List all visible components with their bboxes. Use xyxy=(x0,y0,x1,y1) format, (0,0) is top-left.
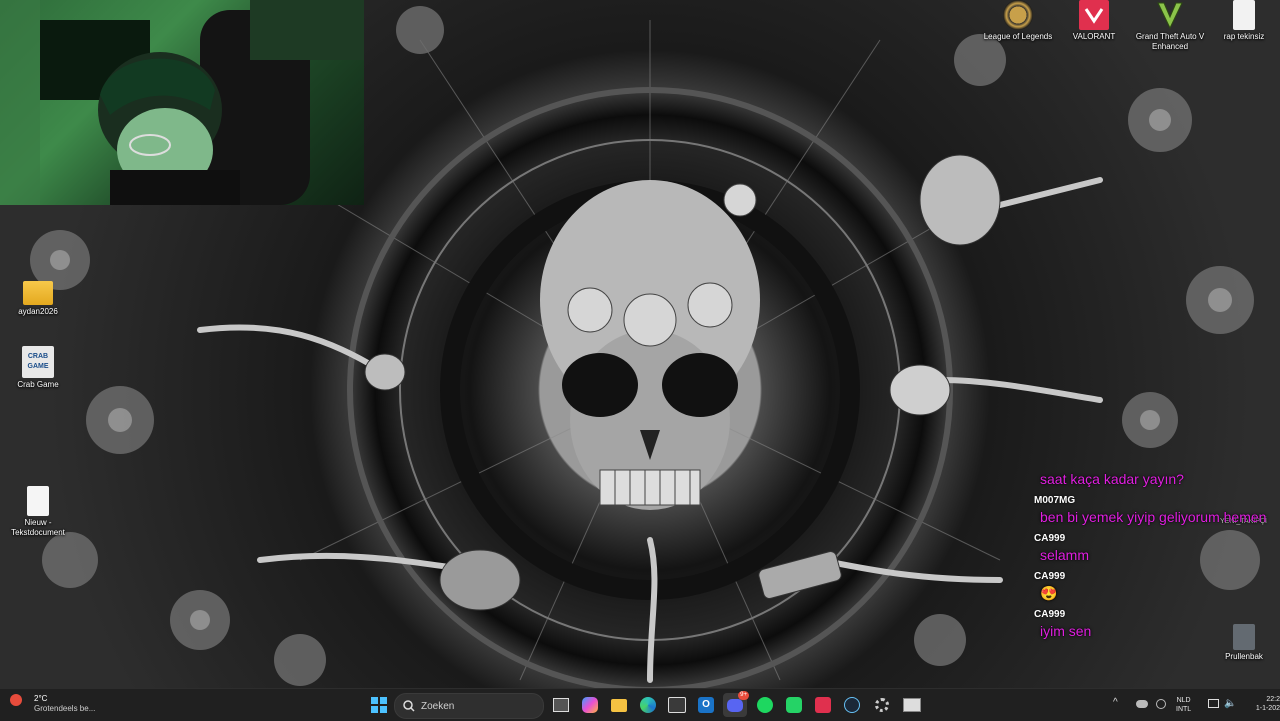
steam-icon xyxy=(844,697,860,713)
volume-icon[interactable]: 🔈 xyxy=(1224,699,1236,709)
search-icon xyxy=(403,700,415,712)
chat-message-text: saat kaça kadar yayın? xyxy=(1040,471,1184,487)
copilot-button[interactable] xyxy=(578,693,602,717)
file-explorer-icon xyxy=(611,698,627,712)
network-icon[interactable] xyxy=(1208,699,1219,708)
chat-message-text: 😍 xyxy=(1040,585,1058,601)
desktop-icon-gta-v[interactable]: Grand Theft Auto V Enhanced xyxy=(1132,0,1208,52)
desktop-icon-league-of-legends[interactable]: League of Legends xyxy=(980,0,1056,42)
desktop-icon-label: Crab Game xyxy=(17,380,59,389)
chat-username: CA999 xyxy=(1034,533,1066,544)
taskbar-search-box[interactable]: Zoeken xyxy=(394,693,544,719)
valorant-taskbar-button[interactable] xyxy=(811,693,835,717)
desktop-icon-label: Nieuw - Tekstdocument xyxy=(11,518,65,537)
copilot-icon xyxy=(582,697,598,713)
valorant-icon xyxy=(1079,0,1109,30)
spotify-button[interactable] xyxy=(753,693,777,717)
task-view-button[interactable] xyxy=(549,693,573,717)
outlook-icon: O xyxy=(698,697,714,713)
edge-button[interactable] xyxy=(636,693,660,717)
folder-icon xyxy=(23,281,53,305)
keyboard-layout: INTL xyxy=(1176,706,1192,713)
language-indicator[interactable]: NLD INTL xyxy=(1176,696,1191,714)
app-thumbnail-icon xyxy=(903,698,921,712)
chat-username: CA999 xyxy=(1034,609,1066,620)
settings-icon xyxy=(875,698,889,712)
clock-time: 22:2 xyxy=(1266,696,1280,703)
chat-message: saat kaça kadar yayın? xyxy=(1034,470,1280,488)
text-document-icon xyxy=(27,486,49,516)
clock-date: 1-1-202 xyxy=(1255,705,1280,712)
desktop-icon-label: aydan2026 xyxy=(18,307,58,316)
discord-notification-badge: 9+ xyxy=(738,691,749,700)
task-view-icon xyxy=(553,698,569,712)
discord-icon xyxy=(727,698,743,712)
settings-button[interactable] xyxy=(870,693,894,717)
language-code: NLD xyxy=(1176,697,1191,704)
windows-start-icon xyxy=(371,697,387,713)
chat-username: CA999 xyxy=(1034,571,1066,582)
clock[interactable]: 22:2 1-1-202 xyxy=(1248,695,1280,713)
chat-username: M007MG xyxy=(1034,495,1076,506)
chat-message: CA999 selamm xyxy=(1034,532,1280,564)
chat-message-text: selamm xyxy=(1040,547,1090,563)
desktop-icon-label: League of Legends xyxy=(983,32,1053,41)
desktop-icon-label: VALORANT xyxy=(1072,32,1116,41)
whatsapp-button[interactable] xyxy=(782,693,806,717)
desktop-icon-label: Grand Theft Auto V Enhanced xyxy=(1135,32,1205,51)
weather-widget[interactable]: 2°C Grotendeels be... xyxy=(10,694,95,713)
search-placeholder: Zoeken xyxy=(421,700,455,712)
stream-chat-overlay: saat kaça kadar yayın? M007MG ben bi yem… xyxy=(1034,470,1280,646)
outlook-button[interactable]: O xyxy=(694,693,718,717)
chat-message: CA999 iyim sen xyxy=(1034,608,1280,640)
desktop-icon-label: Prullenbak xyxy=(1225,652,1263,661)
whatsapp-icon xyxy=(786,697,802,713)
weather-description: Grotendeels be... xyxy=(34,704,96,713)
chat-message: M007MG ben bi yemek yiyip geliyorum heme… xyxy=(1034,494,1280,526)
crab-game-icon: CRAB GAME xyxy=(22,346,54,378)
chat-message-text: iyim sen xyxy=(1040,623,1092,639)
taskbar: 2°C Grotendeels be... Zoeken O 9+ ^ NLD … xyxy=(0,688,1280,721)
desktop-icon-valorant[interactable]: VALORANT xyxy=(1056,0,1132,42)
weather-icon xyxy=(10,694,22,706)
microsoft-store-icon xyxy=(668,697,686,713)
league-of-legends-icon xyxy=(1003,0,1033,30)
gta-v-icon xyxy=(1155,0,1185,30)
desktop-icon-new-text-document[interactable]: Nieuw - Tekstdocument xyxy=(0,486,76,538)
spotify-icon xyxy=(757,697,773,713)
valorant-taskbar-icon xyxy=(815,697,831,713)
start-button[interactable] xyxy=(367,693,391,717)
crab-game-logo-text: CRAB GAME xyxy=(27,353,49,370)
file-explorer-button[interactable] xyxy=(607,693,631,717)
discord-button[interactable]: 9+ xyxy=(723,691,749,717)
desktop-icon-rap-tekinsiz[interactable]: rap tekinsiz xyxy=(1206,0,1280,42)
chat-message-text: ben bi yemek yiyip geliyorum hemen xyxy=(1040,509,1267,525)
desktop-icon-crab-game[interactable]: CRAB GAME Crab Game xyxy=(0,346,76,390)
edge-icon xyxy=(640,697,656,713)
desktop-icon-label: rap tekinsiz xyxy=(1223,32,1265,41)
desktop-icon-aydan2026[interactable]: aydan2026 xyxy=(0,278,76,317)
show-hidden-icons-chevron-icon[interactable]: ^ xyxy=(1113,697,1118,708)
app-thumbnail-button[interactable] xyxy=(900,693,924,717)
onedrive-icon[interactable] xyxy=(1136,700,1148,708)
document-icon xyxy=(1233,0,1255,30)
steam-button[interactable] xyxy=(840,693,864,717)
microsoft-store-button[interactable] xyxy=(665,693,689,717)
webcam-overlay xyxy=(0,0,364,205)
weather-temperature: 2°C xyxy=(34,694,48,703)
chat-message: CA999 😍 xyxy=(1034,570,1280,602)
tray-app-icon[interactable] xyxy=(1156,699,1166,709)
